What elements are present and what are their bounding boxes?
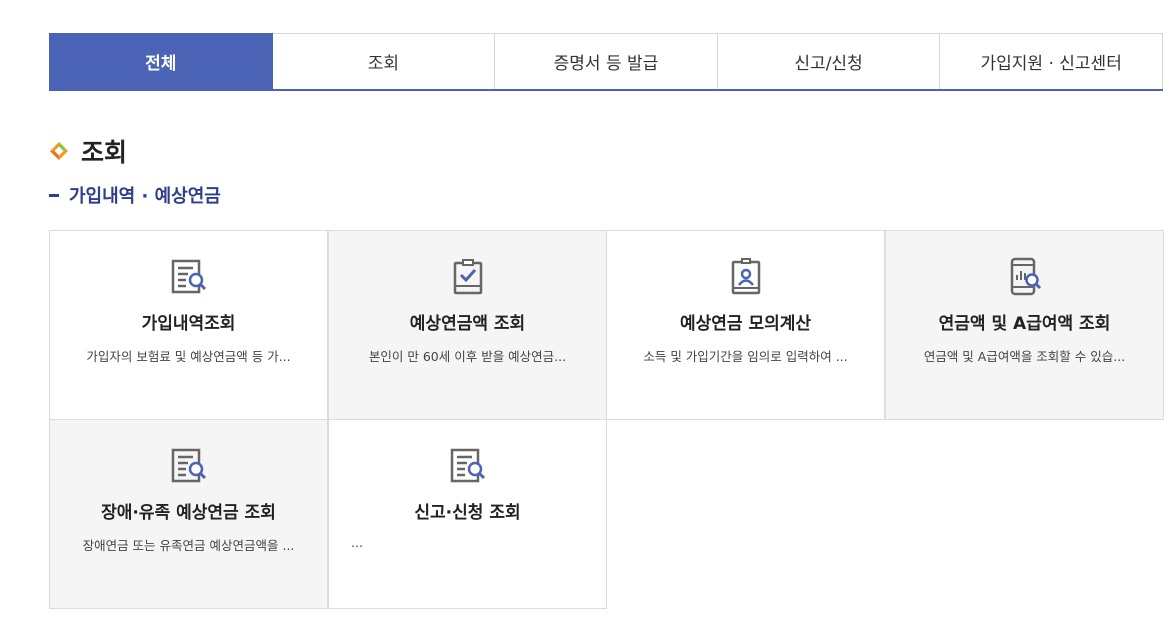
card-title: 예상연금액 조회: [409, 314, 526, 334]
card-description: ...: [351, 535, 363, 550]
section-title: 조회: [49, 134, 127, 168]
card-title: 장애·유족 예상연금 조회: [101, 503, 276, 523]
card-expected-pension[interactable]: 예상연금액 조회 본인이 만 60세 이후 받을 예상연금...: [328, 230, 607, 420]
card-report-application-inquiry[interactable]: 신고·신청 조회 ...: [328, 419, 607, 609]
card-disability-survivor-pension[interactable]: 장애·유족 예상연금 조회 장애연금 또는 유족연금 예상연금액을 ...: [49, 419, 328, 609]
dash-bullet-icon: [49, 193, 59, 197]
clipboard-check-icon: [447, 256, 489, 298]
document-search-icon: [447, 445, 489, 487]
service-card-grid: 가입내역조회 가입자의 보험료 및 예상연금액 등 가... 예상연금액 조회 …: [49, 230, 1164, 609]
section-title-text: 조회: [81, 138, 128, 167]
subsection-title: 가입내역 · 예상연금: [49, 182, 221, 208]
card-description: 본인이 만 60세 이후 받을 예상연금...: [368, 349, 567, 364]
id-badge-icon: [725, 256, 767, 298]
mobile-chart-search-icon: [1004, 256, 1046, 298]
diamond-bullet-icon: [50, 142, 68, 160]
card-description: 소득 및 가입기간을 임의로 입력하여 ...: [643, 349, 848, 364]
card-title: 가입내역조회: [141, 314, 236, 334]
card-description: 연금액 및 A급여액을 조회할 수 있습...: [923, 349, 1126, 364]
card-title: 신고·신청 조회: [414, 503, 521, 523]
card-pension-benefit-amount[interactable]: 연금액 및 A급여액 조회 연금액 및 A급여액을 조회할 수 있습...: [885, 230, 1164, 420]
document-search-icon: [168, 256, 210, 298]
document-search-icon: [168, 445, 210, 487]
tab-all[interactable]: 전체: [49, 33, 273, 89]
card-description: 장애연금 또는 유족연금 예상연금액을 ...: [82, 538, 295, 553]
tab-report-apply[interactable]: 신고/신청: [717, 33, 941, 89]
card-subscription-history[interactable]: 가입내역조회 가입자의 보험료 및 예상연금액 등 가...: [49, 230, 328, 420]
card-title: 예상연금 모의계산: [679, 314, 812, 334]
card-description: 가입자의 보험료 및 예상연금액 등 가...: [86, 349, 291, 364]
card-pension-simulation[interactable]: 예상연금 모의계산 소득 및 가입기간을 임의로 입력하여 ...: [606, 230, 885, 420]
subsection-title-text: 가입내역 · 예상연금: [69, 186, 221, 207]
category-tabs: 전체 조회 증명서 등 발급 신고/신청 가입지원 · 신고센터: [49, 33, 1163, 91]
tab-inquiry[interactable]: 조회: [272, 33, 496, 89]
tab-support-center[interactable]: 가입지원 · 신고센터: [940, 33, 1163, 89]
tab-certificate[interactable]: 증명서 등 발급: [495, 33, 718, 89]
card-title: 연금액 및 A급여액 조회: [938, 314, 1111, 334]
